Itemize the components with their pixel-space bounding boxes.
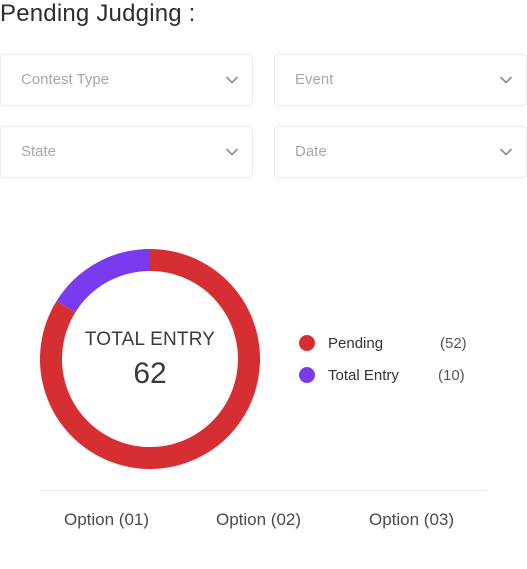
date-placeholder: Date [295,143,327,160]
divider [40,490,486,491]
legend-label-pending: Pending [328,335,384,352]
chevron-down-icon [500,76,512,84]
option-03[interactable]: Option (03) [369,510,454,530]
contest-type-select[interactable]: Contest Type [0,54,253,106]
event-placeholder: Event [295,71,334,88]
chevron-down-icon [226,76,238,84]
option-01[interactable]: Option (01) [64,510,149,530]
state-placeholder: State [21,143,57,160]
donut-slice-total-entry[interactable] [56,249,151,313]
donut-chart: TOTAL ENTRY 62 [40,249,260,469]
legend-swatch-pending [299,335,315,351]
date-select[interactable]: Date [274,126,527,178]
contest-type-placeholder: Contest Type [21,71,110,88]
donut-center-value: 62 [133,357,167,390]
chevron-down-icon [226,148,238,156]
option-02[interactable]: Option (02) [216,510,301,530]
legend-item-pending[interactable]: Pending (52) [299,333,474,353]
legend-label-total-entry: Total Entry [328,367,399,384]
donut-center-label: TOTAL ENTRY [84,329,216,350]
chevron-down-icon [500,148,512,156]
legend-swatch-total-entry [299,367,315,383]
event-select[interactable]: Event [274,54,527,106]
page-title: Pending Judging : [0,0,196,27]
legend-item-total-entry[interactable]: Total Entry (10) [299,365,474,385]
legend-count-pending: (52) [440,335,467,352]
legend-count-total-entry: (10) [438,367,465,384]
state-select[interactable]: State [0,126,253,178]
